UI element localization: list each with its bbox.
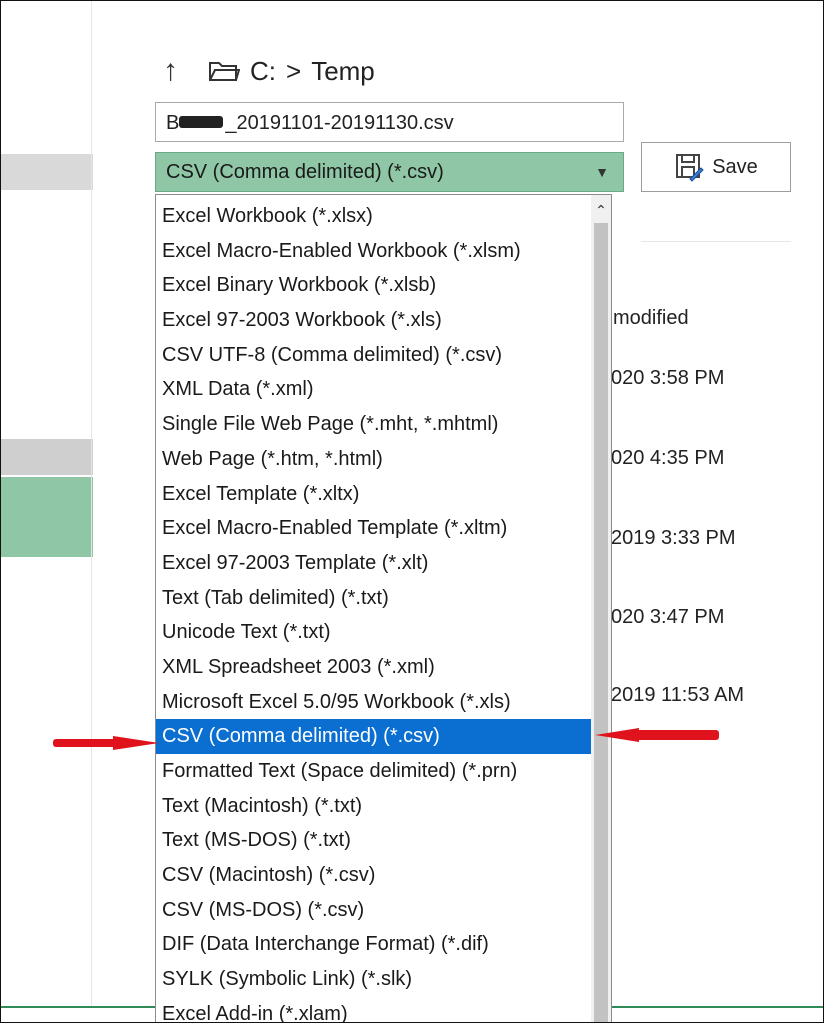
dropdown-option[interactable]: Text (MS-DOS) (*.txt) [156,823,591,858]
dropdown-option[interactable]: SYLK (Symbolic Link) (*.slk) [156,962,591,997]
save-as-dialog: ↑ C: > Temp B _20191101-20191130.csv CSV … [0,0,824,1023]
breadcrumb: ↑ C: > Temp [163,51,375,91]
dropdown-option[interactable]: Unicode Text (*.txt) [156,615,591,650]
filename-input[interactable]: B _20191101-20191130.csv [155,102,624,142]
file-type-select[interactable]: CSV (Comma delimited) (*.csv) ▼ [155,152,624,192]
save-button[interactable]: Save [641,142,791,192]
file-type-selected-label: CSV (Comma delimited) (*.csv) [166,161,444,183]
dropdown-option[interactable]: XML Spreadsheet 2003 (*.xml) [156,650,591,685]
dropdown-option[interactable]: Excel Workbook (*.xlsx) [156,199,591,234]
dropdown-option[interactable]: XML Data (*.xml) [156,372,591,407]
nav-pane-item-selected[interactable] [1,477,93,557]
dropdown-option[interactable]: Text (Macintosh) (*.txt) [156,789,591,824]
dropdown-option[interactable]: Excel Template (*.xltx) [156,477,591,512]
dropdown-option[interactable]: CSV UTF-8 (Comma delimited) (*.csv) [156,338,591,373]
folder-icon [209,62,240,81]
divider [641,241,791,242]
dropdown-option[interactable]: Text (Tab delimited) (*.txt) [156,581,591,616]
dropdown-option[interactable]: Microsoft Excel 5.0/95 Workbook (*.xls) [156,685,591,720]
column-header-date-modified[interactable]: modified [613,307,689,330]
dropdown-option[interactable]: Formatted Text (Space delimited) (*.prn) [156,754,591,789]
dropdown-option[interactable]: Excel 97-2003 Workbook (*.xls) [156,303,591,338]
nav-pane-item[interactable] [1,439,93,475]
dropdown-option[interactable]: Excel Macro-Enabled Template (*.xltm) [156,511,591,546]
scrollbar-thumb[interactable] [594,223,608,1022]
dropdown-option[interactable]: Excel 97-2003 Template (*.xlt) [156,546,591,581]
annotation-arrow-right-icon [595,728,719,742]
file-date-modified: 2019 11:53 AM [611,684,745,706]
up-arrow-icon[interactable]: ↑ [163,56,178,86]
dropdown-option[interactable]: Excel Add-in (*.xlam) [156,997,591,1022]
breadcrumb-drive[interactable]: C: [250,56,276,87]
file-date-modified: 2019 3:33 PM [611,527,736,549]
redaction-mark [179,115,224,128]
dropdown-option[interactable]: Web Page (*.htm, *.html) [156,442,591,477]
dropdown-option[interactable]: Excel Binary Workbook (*.xlsb) [156,268,591,303]
dropdown-option[interactable]: Single File Web Page (*.mht, *.mhtml) [156,407,591,442]
dropdown-option[interactable]: CSV (MS-DOS) (*.csv) [156,893,591,928]
file-type-dropdown-list[interactable]: Excel Workbook (*.xlsx) Excel Macro-Enabl… [155,194,612,1022]
dropdown-option[interactable]: CSV (Macintosh) (*.csv) [156,858,591,893]
breadcrumb-folder[interactable]: Temp [311,56,375,87]
annotation-arrow-left-icon [53,736,159,750]
dropdown-option[interactable]: Excel Macro-Enabled Workbook (*.xlsm) [156,234,591,269]
file-date-modified: 020 3:58 PM [611,367,725,389]
nav-pane-item[interactable] [1,154,93,190]
file-type-options: Excel Workbook (*.xlsx) Excel Macro-Enabl… [156,195,611,1022]
pane-divider [91,1,92,1006]
file-date-modified: 020 3:47 PM [611,606,725,628]
save-icon [676,154,704,182]
dropdown-option-selected[interactable]: CSV (Comma delimited) (*.csv) [156,719,591,754]
chevron-down-icon[interactable]: ▼ [595,153,609,191]
dropdown-scrollbar[interactable]: ⌃ [591,195,611,1022]
dropdown-option[interactable]: DIF (Data Interchange Format) (*.dif) [156,927,591,962]
save-button-label: Save [712,155,758,178]
scroll-up-icon[interactable]: ⌃ [591,195,611,223]
breadcrumb-separator: > [286,55,302,86]
file-date-modified: 020 4:35 PM [611,447,725,469]
